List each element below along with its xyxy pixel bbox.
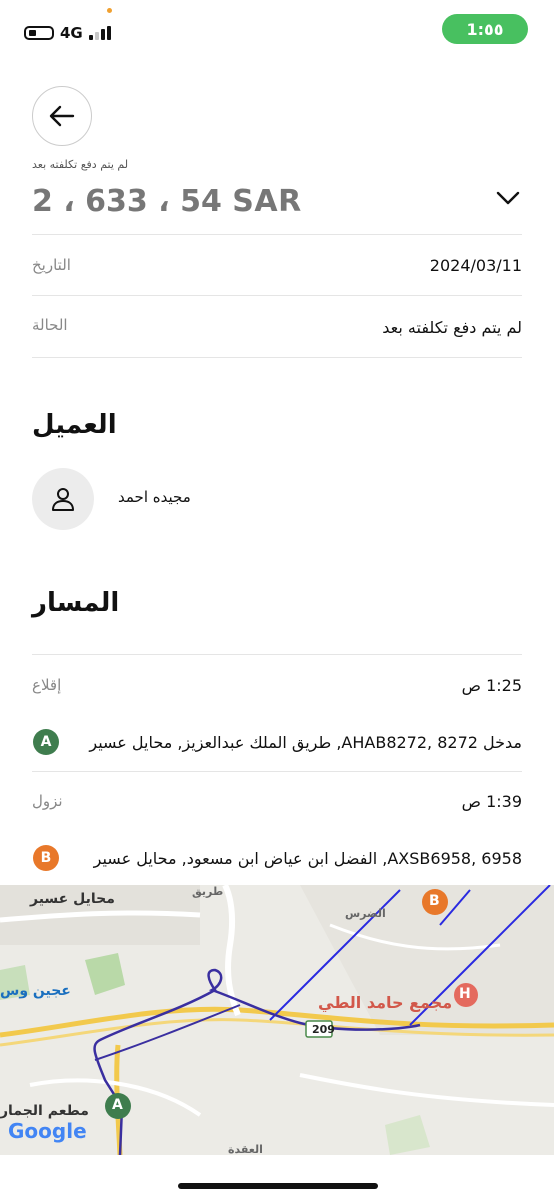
status-value: لم يتم دفع تكلفته بعد — [382, 318, 522, 337]
map-label-city: محايل عسير — [30, 891, 115, 907]
map-marker-a: A — [112, 1097, 123, 1113]
home-indicator[interactable] — [178, 1183, 378, 1189]
map-label-area1: عجين وس — [0, 983, 71, 999]
google-logo: Google — [8, 1119, 87, 1143]
arrow-left-icon — [49, 105, 75, 127]
avatar — [32, 468, 94, 530]
user-icon — [52, 488, 74, 511]
customer-name: مجيده احمد — [118, 488, 191, 506]
expand-button[interactable] — [496, 190, 520, 210]
dropoff-address: AXSB6958, 6958, الفضل ابن عياض ابن مسعود… — [93, 849, 522, 868]
pickup-label: إقلاع — [32, 676, 62, 694]
map-label-place: مجمع حامد الطي — [318, 993, 453, 1012]
map-label-area3: العقدة — [228, 1143, 263, 1155]
status-bar: 4G 1:٥٥ — [0, 0, 554, 60]
divider — [32, 234, 522, 235]
divider — [32, 295, 522, 296]
pickup-marker: A — [33, 729, 59, 755]
customer-section-title: العميل — [32, 410, 117, 440]
battery-icon — [24, 26, 54, 40]
trip-amount: 2 ، 633 ، 54 SAR — [32, 184, 302, 219]
dropoff-label: نزول — [32, 792, 63, 810]
pickup-address: مدخل AHAB8272, 8272, طريق الملك عبدالعزي… — [89, 733, 522, 752]
status-label: الحالة — [32, 316, 68, 334]
pickup-time: 1:25 ص — [461, 676, 522, 695]
route-section-title: المسار — [32, 588, 120, 618]
back-button[interactable] — [32, 86, 92, 146]
time-pill[interactable]: 1:٥٥ — [442, 14, 528, 44]
dropoff-time: 1:39 ص — [461, 792, 522, 811]
date-label: التاريخ — [32, 256, 71, 274]
divider — [32, 654, 522, 655]
signal-icon — [88, 26, 111, 40]
hospital-icon: H — [459, 986, 471, 1002]
clock-time: 1:٥٥ — [466, 19, 504, 39]
map-label-restaurant: مطعم الجمار — [0, 1103, 89, 1119]
chevron-down-icon — [496, 191, 520, 205]
map-marker-b: B — [429, 893, 440, 909]
map-label-district: الضرس — [345, 907, 386, 920]
unpaid-note: لم يتم دفع تكلفته بعد — [32, 158, 129, 171]
divider — [32, 357, 522, 358]
dropoff-marker: B — [33, 845, 59, 871]
divider — [32, 771, 522, 772]
date-value: 2024/03/11 — [429, 256, 522, 275]
map-label-area2: طريق — [192, 885, 224, 898]
privacy-indicator-dot — [107, 8, 112, 13]
road-number: 209 — [312, 1023, 335, 1036]
route-map[interactable]: 209 H B A محايل عسير الضرس مجمع حامد الط… — [0, 885, 554, 1155]
network-type: 4G — [60, 24, 83, 42]
